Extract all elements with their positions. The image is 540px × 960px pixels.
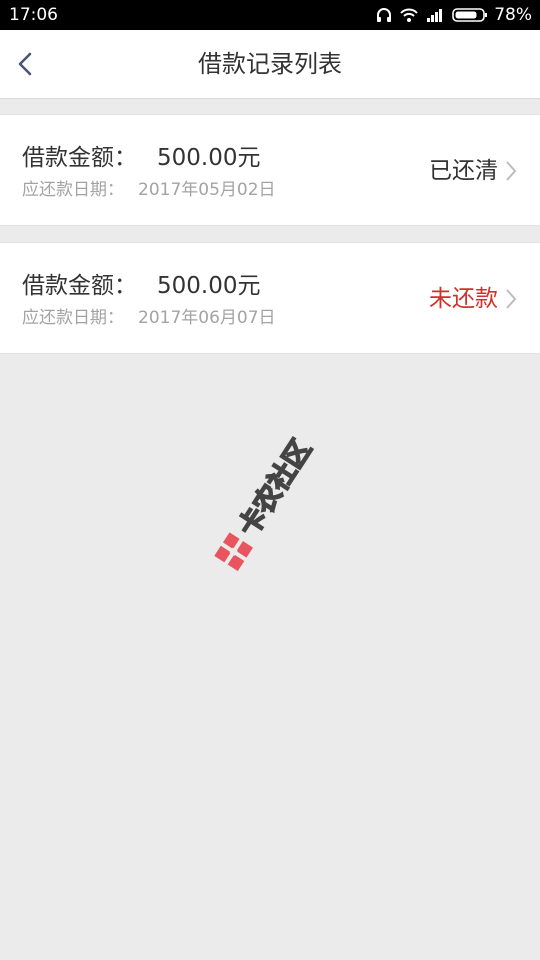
headphones-icon [376,7,392,23]
watermark-logo: 卡农社区 [200,395,350,585]
record-status: 已还清 [429,153,518,189]
amount-label: 借款金额： [22,145,137,171]
loan-record-item[interactable]: 借款金额： 500.00元 应还款日期： 2017年05月02日 已还清 [0,114,540,226]
amount-line: 借款金额： 500.00元 [22,271,260,301]
amount-value: 500.00元 [157,145,261,171]
status-bar: 17:06 78% [0,0,540,30]
record-status: 未还款 [429,281,518,317]
chevron-right-icon [504,287,518,311]
due-date-line: 应还款日期： 2017年05月02日 [22,179,276,201]
status-text: 已还清 [429,158,498,184]
amount-value: 500.00元 [157,273,261,299]
status-icons: 78% [368,5,532,25]
battery-percent: 78% [494,5,532,25]
loan-record-item[interactable]: 借款金额： 500.00元 应还款日期： 2017年06月07日 未还款 [0,242,540,354]
chevron-right-icon [504,159,518,183]
due-date-label: 应还款日期： [22,180,124,200]
due-date-label: 应还款日期： [22,308,124,328]
amount-line: 借款金额： 500.00元 [22,143,260,173]
battery-icon [452,7,488,23]
due-date-value: 2017年05月02日 [138,180,276,200]
amount-label: 借款金额： [22,273,137,299]
due-date-line: 应还款日期： 2017年06月07日 [22,307,276,329]
signal-icon [426,8,444,22]
page-title: 借款记录列表 [198,50,342,78]
status-text: 未还款 [429,286,498,312]
nav-bar: 借款记录列表 [0,30,540,99]
watermark-text: 卡农社区 [232,434,318,542]
due-date-value: 2017年06月07日 [138,308,276,328]
status-time: 17:06 [9,5,58,25]
wifi-icon [400,8,418,22]
